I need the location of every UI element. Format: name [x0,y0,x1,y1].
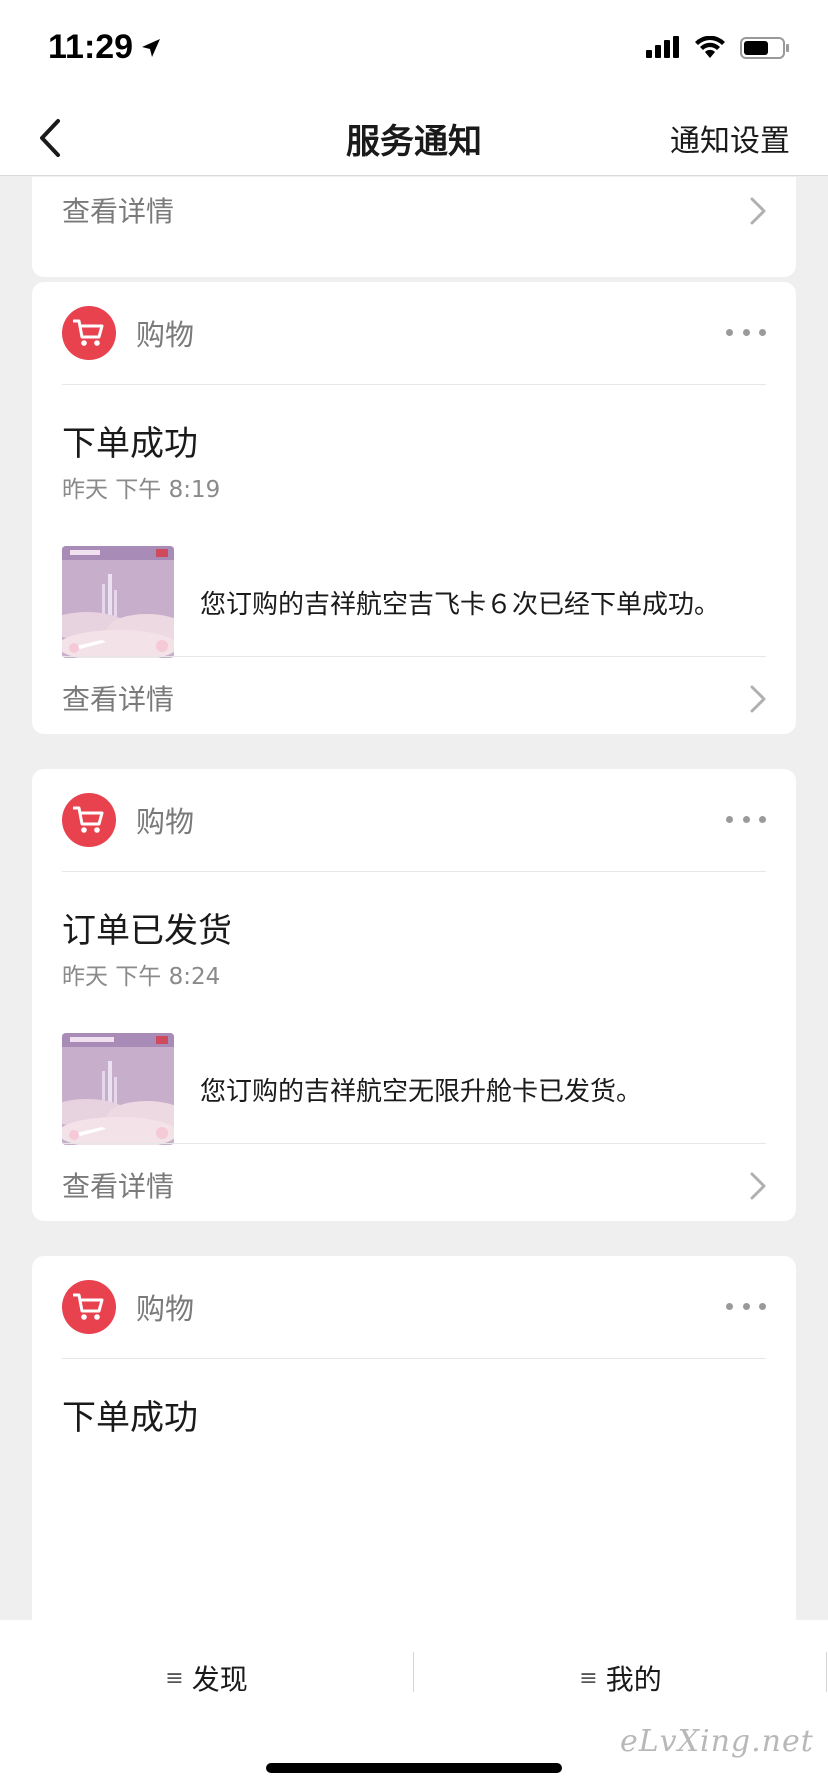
menu-tab-mine[interactable]: ≡ 我的 [414,1648,827,1708]
card-time: 昨天 下午 8:19 [62,477,221,503]
menu-list-icon: ≡ [579,1665,598,1691]
menu-list-icon: ≡ [165,1665,184,1691]
more-options-button[interactable] [726,805,766,833]
wifi-icon [695,36,725,58]
status-time-text: 11:29 [48,28,134,66]
card-divider [62,1358,766,1359]
notification-card: 购物 下单成功 昨天 下午 8:19 您订购的吉祥航空吉飞卡６次已经下单成功。 … [32,282,796,734]
notification-card: 查看详情 [32,177,796,277]
card-time: 昨天 下午 8:24 [62,964,221,990]
shopping-avatar[interactable] [62,793,116,847]
battery-icon [740,37,789,59]
chevron-right-icon [750,1172,766,1200]
status-icons [646,36,790,60]
view-details-link[interactable]: 查看详情 [32,177,796,256]
more-dot [726,1302,733,1310]
menu-tab-label: 我的 [605,1663,662,1696]
shopping-cart-icon [73,1293,104,1320]
menu-tab-discover[interactable]: ≡ 发现 [0,1648,413,1708]
home-indicator[interactable] [266,1763,562,1773]
shopping-cart-icon [73,806,104,833]
menu-tab-label: 发现 [191,1663,248,1696]
card-source: 购物 [136,318,195,352]
card-header: 购物 [32,769,796,871]
shopping-avatar[interactable] [62,1280,116,1334]
notification-settings-button[interactable]: 通知设置 [670,116,790,160]
nav-bar: 服务通知 通知设置 [0,100,828,176]
chevron-right-icon [750,197,766,225]
view-details-link[interactable]: 查看详情 [32,1143,796,1231]
shopping-avatar[interactable] [62,306,116,360]
product-image [62,1033,174,1145]
more-dot [742,328,750,336]
card-divider [62,384,766,385]
more-options-button[interactable] [726,318,766,346]
more-dot [759,328,766,336]
view-details-link[interactable]: 查看详情 [32,656,796,744]
product-thumbnail [62,546,174,658]
more-dot [759,1302,766,1310]
watermark: eLvXing.net [620,1724,814,1759]
card-header: 购物 [32,1256,796,1358]
card-source: 购物 [136,1292,195,1326]
notification-card: 购物 下单成功 [32,1256,796,1620]
more-dot [759,815,766,823]
more-dot [742,1302,750,1310]
card-divider [62,871,766,872]
card-source: 购物 [136,805,195,839]
status-time: 11:29 [48,28,163,67]
card-title: 订单已发货 [62,911,232,951]
shopping-cart-icon [73,319,104,346]
card-title: 下单成功 [62,1398,198,1438]
view-details-label: 查看详情 [62,1170,175,1203]
view-details-label: 查看详情 [62,683,175,716]
more-dot [726,328,733,336]
view-details-label: 查看详情 [62,195,175,228]
cellular-signal-icon [646,36,679,58]
chevron-right-icon [750,685,766,713]
menu-divider [826,1652,827,1692]
more-dot [726,815,733,823]
product-image [62,546,174,658]
card-body: 您订购的吉祥航空无限升舱卡已发货。 [200,1077,643,1107]
location-arrow-icon [142,38,161,57]
more-options-button[interactable] [726,1292,766,1320]
more-dot [742,815,750,823]
card-body: 您订购的吉祥航空吉飞卡６次已经下单成功。 [200,590,721,620]
card-title: 下单成功 [62,424,198,464]
notification-feed[interactable]: 查看详情 购物 下单成功 昨天 下午 8:19 您订购的吉祥航空吉飞卡６次已经下… [0,177,828,1620]
notification-card: 购物 订单已发货 昨天 下午 8:24 您订购的吉祥航空无限升舱卡已发货。 查看… [32,769,796,1221]
product-thumbnail [62,1033,174,1145]
card-header: 购物 [32,282,796,384]
status-bar: 11:29 [0,0,828,100]
